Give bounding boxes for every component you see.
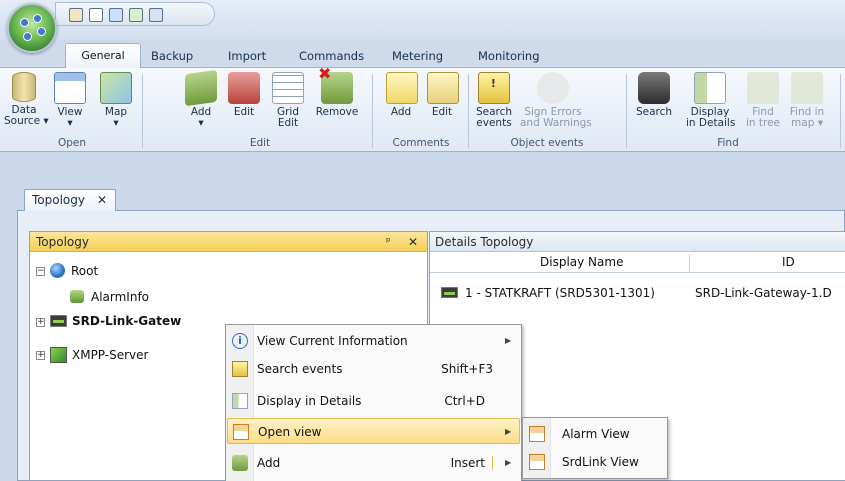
details-column-header: Display Name ID (430, 252, 845, 273)
menu-item-open-view[interactable]: Open view ▶ (227, 418, 520, 444)
tab-commands[interactable]: Commands (299, 46, 364, 66)
group-label-find: Find (717, 137, 739, 149)
menu-item-add[interactable]: Add Insert ▶ (227, 450, 520, 476)
tab-metering[interactable]: Metering (392, 46, 443, 66)
server-icon (50, 347, 67, 363)
table-row[interactable]: 1 - STATKRAFT (SRD5301-1301) SRD-Link-Ga… (430, 282, 845, 304)
globe-icon (50, 263, 65, 278)
expand-icon[interactable]: + (36, 318, 45, 327)
warning-search-icon: ! (478, 72, 510, 104)
display-in-details-button[interactable]: Display in Details (686, 72, 735, 129)
copy-icon[interactable] (89, 8, 103, 22)
grid-edit-icon (272, 72, 304, 104)
cell-display-name: 1 - STATKRAFT (SRD5301-1301) (465, 286, 655, 300)
add-button[interactable]: Add ▾ (181, 69, 221, 129)
topology-panel-header: Topology ᵖ ✕ (30, 232, 427, 252)
find-in-map-button[interactable]: Find in map ▾ (787, 72, 827, 129)
search-events-icon (232, 361, 248, 377)
add-cube-icon (185, 69, 217, 107)
menu-item-view-current-information[interactable]: i View Current Information ▶ (227, 328, 520, 354)
view-button[interactable]: View ▾ (50, 72, 90, 129)
submenu-arrow-icon: ▶ (505, 458, 512, 467)
document-icon[interactable] (129, 8, 143, 22)
sign-errors-icon (537, 72, 569, 104)
tab-import[interactable]: Import (228, 46, 266, 66)
menu-item-search-events[interactable]: Search events Shift+F3 (227, 356, 520, 382)
map-button[interactable]: Map ▾ (96, 72, 136, 129)
quick-access-toolbar (55, 2, 215, 26)
edit-cube-icon (228, 72, 260, 104)
pin-icon[interactable]: ᵖ (386, 232, 391, 252)
group-label-open: Open (57, 137, 87, 149)
add-comment-button[interactable]: Add (386, 72, 418, 118)
context-menu: i View Current Information ▶ Search even… (225, 324, 522, 481)
remove-button[interactable]: ✖ Remove (313, 66, 361, 118)
close-panel-icon[interactable]: ✕ (408, 232, 418, 252)
menu-item-alarm-view[interactable]: Alarm View (524, 421, 666, 447)
edit-comment-button[interactable]: Edit (427, 72, 459, 118)
details-panel-header: Details Topology (430, 232, 845, 252)
window-icon[interactable] (149, 8, 163, 22)
remove-cube-icon: ✖ (318, 66, 353, 104)
database-icon (12, 72, 36, 102)
srdlink-view-icon (529, 454, 545, 470)
gateway-device-icon (50, 315, 67, 327)
add-comment-icon (386, 72, 418, 104)
menu-item-srdlink-view[interactable]: SrdLink View (524, 449, 666, 475)
binoculars-icon (638, 72, 670, 104)
application-menu-button[interactable] (7, 3, 57, 53)
display-details-icon (694, 72, 726, 104)
sign-errors-warnings-button[interactable]: Sign Errors and Warnings (520, 72, 592, 129)
document-tab-topology[interactable]: Topology ✕ (24, 189, 116, 211)
grid-edit-button[interactable]: Grid Edit (268, 72, 308, 129)
column-header-display-name[interactable]: Display Name (540, 252, 623, 273)
tools-icon[interactable] (109, 8, 123, 22)
edit-comment-icon (427, 72, 459, 104)
expand-icon[interactable]: + (36, 351, 45, 360)
alarm-view-icon (529, 426, 545, 442)
tab-monitoring[interactable]: Monitoring (478, 46, 540, 66)
open-view-icon (233, 424, 249, 440)
ribbon: Data Source ▾ View ▾ Map ▾ Open Add ▾ Ed… (0, 66, 845, 152)
display-details-icon (232, 393, 248, 409)
submenu-arrow-icon: ▶ (505, 427, 512, 436)
find-tree-icon (747, 72, 779, 104)
submenu-arrow-icon: ▶ (505, 336, 512, 345)
search-events-button[interactable]: ! Search events (472, 72, 516, 129)
map-icon (100, 72, 132, 104)
tab-general[interactable]: General (65, 43, 141, 68)
menu-item-display-in-details[interactable]: Display in Details Ctrl+D (227, 388, 520, 414)
view-grid-icon (54, 72, 86, 104)
data-source-button[interactable]: Data Source ▾ (4, 72, 49, 127)
find-map-icon (791, 72, 823, 104)
edit-button[interactable]: Edit (224, 72, 264, 118)
group-label-edit: Edit (249, 137, 271, 149)
search-button[interactable]: Search (634, 72, 674, 118)
column-header-id[interactable]: ID (782, 252, 795, 273)
cell-id: SRD-Link-Gateway-1.D (695, 286, 832, 300)
find-in-tree-button[interactable]: Find in tree (745, 72, 781, 129)
tab-backup[interactable]: Backup (151, 46, 193, 66)
submenu-open-view: Alarm View SrdLink View (522, 417, 668, 479)
info-icon: i (232, 333, 248, 349)
add-cube-icon (232, 455, 248, 471)
cube-icon (70, 290, 84, 303)
close-tab-icon[interactable]: ✕ (97, 190, 107, 211)
paste-icon[interactable] (69, 8, 83, 22)
gateway-device-icon (441, 287, 458, 298)
group-label-comments: Comments (392, 137, 450, 149)
collapse-icon[interactable]: − (36, 267, 45, 276)
group-label-object-events: Object events (510, 137, 584, 149)
